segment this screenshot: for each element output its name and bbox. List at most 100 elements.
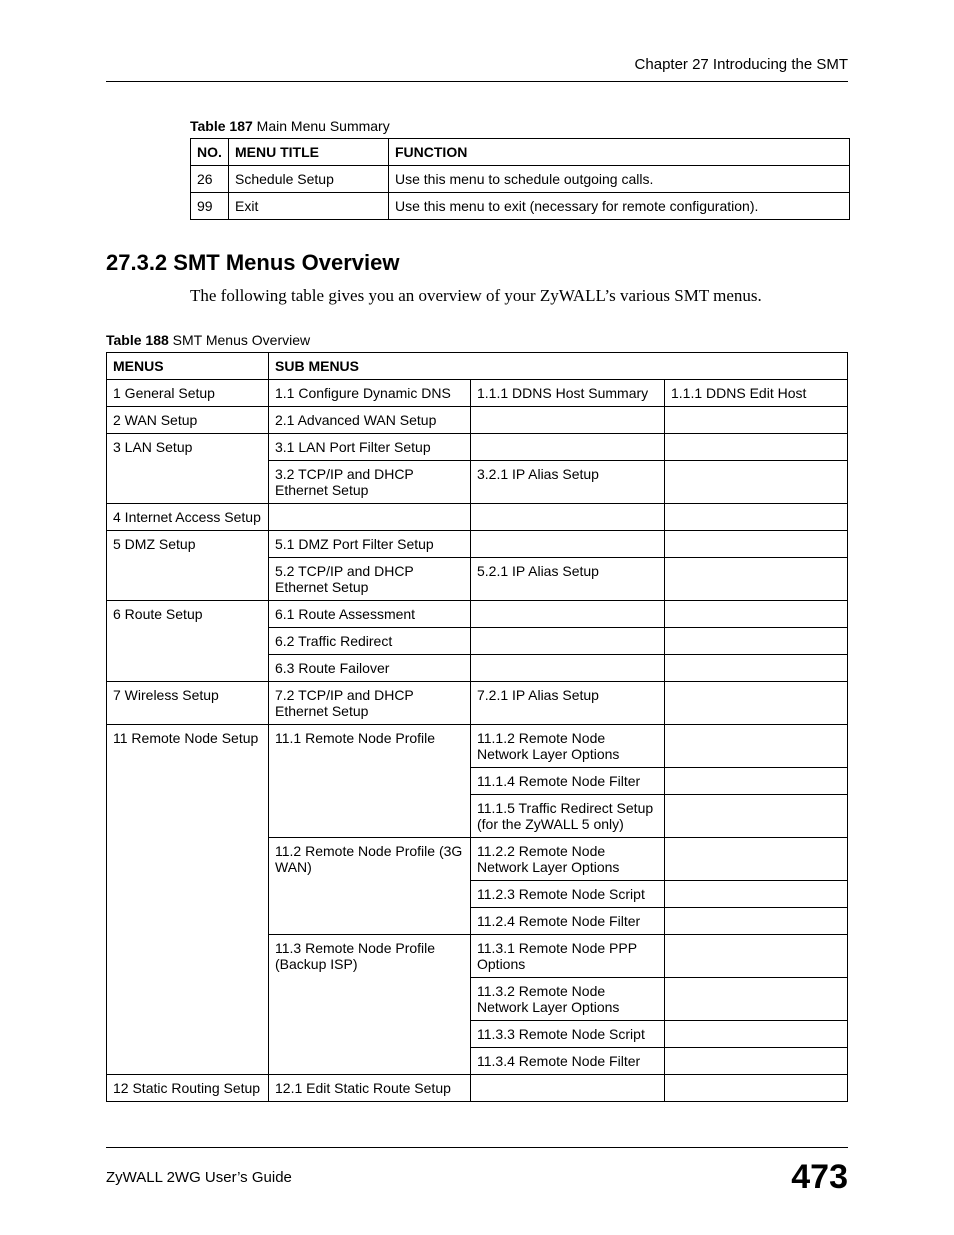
- table-cell: [665, 1021, 848, 1048]
- table-cell: Exit: [229, 193, 389, 220]
- table-cell: [665, 682, 848, 725]
- table-cell: 6.3 Route Failover: [269, 655, 471, 682]
- table-cell: 99: [191, 193, 229, 220]
- table-cell: 11.1.2 Remote Node Network Layer Options: [471, 725, 665, 768]
- table187: NO. MENU TITLE FUNCTION 26Schedule Setup…: [190, 138, 850, 220]
- page-footer: ZyWALL 2WG User’s Guide 473: [106, 1147, 848, 1197]
- table-cell: 11.3.4 Remote Node Filter: [471, 1048, 665, 1075]
- table-cell: [665, 531, 848, 558]
- table-cell: 7 Wireless Setup: [107, 682, 269, 725]
- table-cell: [665, 768, 848, 795]
- table-cell: [665, 908, 848, 935]
- table188-header-menus: MENUS: [107, 353, 269, 380]
- table-row: 2 WAN Setup2.1 Advanced WAN Setup: [107, 407, 848, 434]
- table-row: 5 DMZ Setup5.1 DMZ Port Filter Setup: [107, 531, 848, 558]
- table-cell: 6 Route Setup: [107, 601, 269, 682]
- table-cell: 3.2.1 IP Alias Setup: [471, 461, 665, 504]
- table-cell: [665, 978, 848, 1021]
- table-cell: [665, 628, 848, 655]
- table-row: 99ExitUse this menu to exit (necessary f…: [191, 193, 850, 220]
- table-cell: [665, 1048, 848, 1075]
- table-cell: 6.2 Traffic Redirect: [269, 628, 471, 655]
- table-cell: 1.1.1 DDNS Edit Host: [665, 380, 848, 407]
- table-cell: 3 LAN Setup: [107, 434, 269, 504]
- table-cell: 1.1 Configure Dynamic DNS: [269, 380, 471, 407]
- table188-caption-title: SMT Menus Overview: [169, 332, 310, 348]
- table-cell: 5.2.1 IP Alias Setup: [471, 558, 665, 601]
- table-cell: 11.1.5 Traffic Redirect Setup (for the Z…: [471, 795, 665, 838]
- table-cell: [665, 725, 848, 768]
- table-cell: [665, 558, 848, 601]
- table-cell: 4 Internet Access Setup: [107, 504, 269, 531]
- table-cell: [471, 531, 665, 558]
- table-cell: [471, 504, 665, 531]
- table-cell: 3.1 LAN Port Filter Setup: [269, 434, 471, 461]
- table-cell: 11.2.2 Remote Node Network Layer Options: [471, 838, 665, 881]
- page-number: 473: [791, 1158, 848, 1197]
- table-cell: 11.1 Remote Node Profile: [269, 725, 471, 838]
- table-row: 12 Static Routing Setup12.1 Edit Static …: [107, 1075, 848, 1102]
- table-cell: [665, 1075, 848, 1102]
- chapter-header: Chapter 27 Introducing the SMT: [106, 56, 848, 82]
- table-cell: [665, 504, 848, 531]
- table-row: 11 Remote Node Setup11.1 Remote Node Pro…: [107, 725, 848, 768]
- table188-caption-num: Table 188: [106, 332, 169, 348]
- table-cell: 11.2 Remote Node Profile (3G WAN): [269, 838, 471, 935]
- table-cell: [665, 838, 848, 881]
- table187-caption: Table 187 Main Menu Summary: [190, 118, 848, 134]
- table-cell: [471, 628, 665, 655]
- table-cell: 6.1 Route Assessment: [269, 601, 471, 628]
- table-cell: [665, 434, 848, 461]
- table-row: 3 LAN Setup3.1 LAN Port Filter Setup: [107, 434, 848, 461]
- table-cell: [269, 504, 471, 531]
- table-cell: Use this menu to exit (necessary for rem…: [389, 193, 850, 220]
- table-cell: 2 WAN Setup: [107, 407, 269, 434]
- table-cell: 5 DMZ Setup: [107, 531, 269, 601]
- table-cell: [471, 1075, 665, 1102]
- guide-name: ZyWALL 2WG User’s Guide: [106, 1169, 292, 1186]
- table187-header-func: FUNCTION: [389, 139, 850, 166]
- table188-header-row: MENUS SUB MENUS: [107, 353, 848, 380]
- table-cell: [665, 601, 848, 628]
- table188: MENUS SUB MENUS 1 General Setup1.1 Confi…: [106, 352, 848, 1102]
- table-cell: [665, 461, 848, 504]
- table-cell: Schedule Setup: [229, 166, 389, 193]
- table-cell: 5.1 DMZ Port Filter Setup: [269, 531, 471, 558]
- table-cell: [665, 881, 848, 908]
- table-row: 4 Internet Access Setup: [107, 504, 848, 531]
- table-cell: 2.1 Advanced WAN Setup: [269, 407, 471, 434]
- table-cell: [471, 407, 665, 434]
- table188-caption: Table 188 SMT Menus Overview: [106, 332, 848, 348]
- table-cell: [665, 407, 848, 434]
- intro-text: The following table gives you an overvie…: [190, 286, 848, 306]
- table-cell: 11 Remote Node Setup: [107, 725, 269, 1075]
- table-cell: 12 Static Routing Setup: [107, 1075, 269, 1102]
- table-cell: 1 General Setup: [107, 380, 269, 407]
- table-cell: [665, 795, 848, 838]
- table188-header-submenus: SUB MENUS: [269, 353, 848, 380]
- table-row: 7 Wireless Setup7.2 TCP/IP and DHCP Ethe…: [107, 682, 848, 725]
- table-cell: [471, 655, 665, 682]
- table-cell: [665, 935, 848, 978]
- table-cell: 11.3.3 Remote Node Script: [471, 1021, 665, 1048]
- table-row: 26Schedule SetupUse this menu to schedul…: [191, 166, 850, 193]
- table-cell: 5.2 TCP/IP and DHCP Ethernet Setup: [269, 558, 471, 601]
- table-cell: 11.3 Remote Node Profile (Backup ISP): [269, 935, 471, 1075]
- table-cell: 11.2.4 Remote Node Filter: [471, 908, 665, 935]
- table-cell: 26: [191, 166, 229, 193]
- table-cell: 3.2 TCP/IP and DHCP Ethernet Setup: [269, 461, 471, 504]
- table-cell: Use this menu to schedule outgoing calls…: [389, 166, 850, 193]
- table-cell: 7.2 TCP/IP and DHCP Ethernet Setup: [269, 682, 471, 725]
- table-cell: 7.2.1 IP Alias Setup: [471, 682, 665, 725]
- table-cell: 11.3.1 Remote Node PPP Options: [471, 935, 665, 978]
- table187-header-title: MENU TITLE: [229, 139, 389, 166]
- table-row: 1 General Setup1.1 Configure Dynamic DNS…: [107, 380, 848, 407]
- table-cell: 11.2.3 Remote Node Script: [471, 881, 665, 908]
- table-cell: [471, 434, 665, 461]
- table-cell: [471, 601, 665, 628]
- table187-header-row: NO. MENU TITLE FUNCTION: [191, 139, 850, 166]
- table187-caption-title: Main Menu Summary: [253, 118, 390, 134]
- table-cell: 12.1 Edit Static Route Setup: [269, 1075, 471, 1102]
- table187-header-no: NO.: [191, 139, 229, 166]
- table-cell: 1.1.1 DDNS Host Summary: [471, 380, 665, 407]
